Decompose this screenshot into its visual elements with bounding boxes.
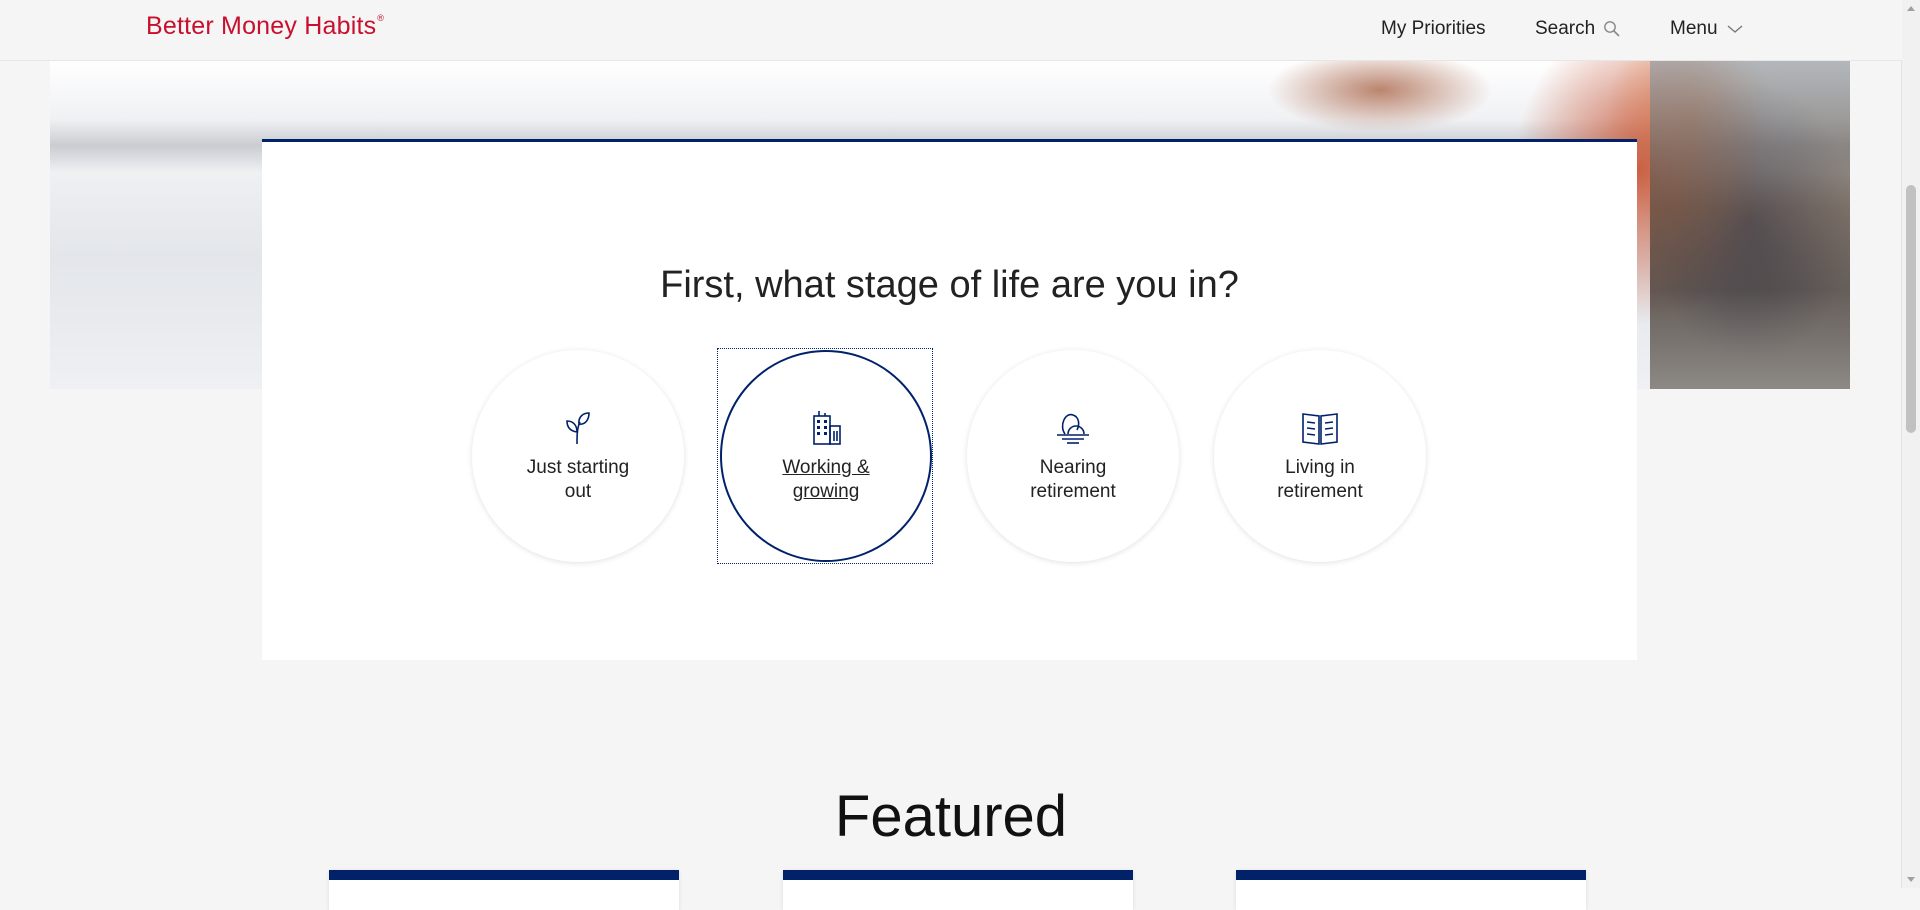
search-icon <box>1603 20 1621 38</box>
nav-menu[interactable]: Menu <box>1670 18 1744 40</box>
featured-heading: Featured <box>834 784 1068 850</box>
building-icon <box>806 408 846 448</box>
life-stage-card: First, what stage of life are you in? Ju… <box>262 139 1637 660</box>
logo-text: Better Money Habits <box>146 12 377 40</box>
nav-search[interactable]: Search <box>1535 18 1621 40</box>
nav-search-label: Search <box>1535 18 1596 39</box>
site-header: Better Money Habits® My Priorities Searc… <box>0 0 1902 61</box>
featured-card[interactable] <box>1236 870 1586 910</box>
life-stage-heading: First, what stage of life are you in? <box>660 263 1239 306</box>
stage-option-label: Working & growing <box>782 457 870 502</box>
scrollbar-thumb[interactable] <box>1906 185 1916 433</box>
stage-option-living-in-retirement[interactable]: Living in retirement <box>1214 350 1426 562</box>
open-book-icon <box>1300 408 1340 448</box>
registered-mark: ® <box>377 12 385 23</box>
page-scrollbar[interactable] <box>1901 0 1920 888</box>
stage-option-label: Just starting out <box>526 457 630 502</box>
chevron-down-icon <box>1726 23 1744 35</box>
scroll-down-arrow-icon[interactable] <box>1907 877 1915 882</box>
stage-option-just-starting-out[interactable]: Just starting out <box>472 350 684 562</box>
scroll-up-arrow-icon[interactable] <box>1907 6 1915 11</box>
brand-logo[interactable]: Better Money Habits® <box>146 12 384 41</box>
stage-option-label: Nearing retirement <box>1030 457 1116 502</box>
nav-my-priorities-label: My Priorities <box>1381 18 1486 39</box>
nav-my-priorities[interactable]: My Priorities <box>1381 18 1486 40</box>
sunset-icon <box>1053 408 1093 448</box>
stage-option-label: Living in retirement <box>1277 457 1363 502</box>
stage-option-working-growing[interactable]: Working & growing <box>720 350 932 562</box>
sprout-icon <box>558 408 598 448</box>
featured-card[interactable] <box>329 870 679 910</box>
featured-card[interactable] <box>783 870 1133 910</box>
nav-menu-label: Menu <box>1670 18 1718 39</box>
stage-option-nearing-retirement[interactable]: Nearing retirement <box>967 350 1179 562</box>
